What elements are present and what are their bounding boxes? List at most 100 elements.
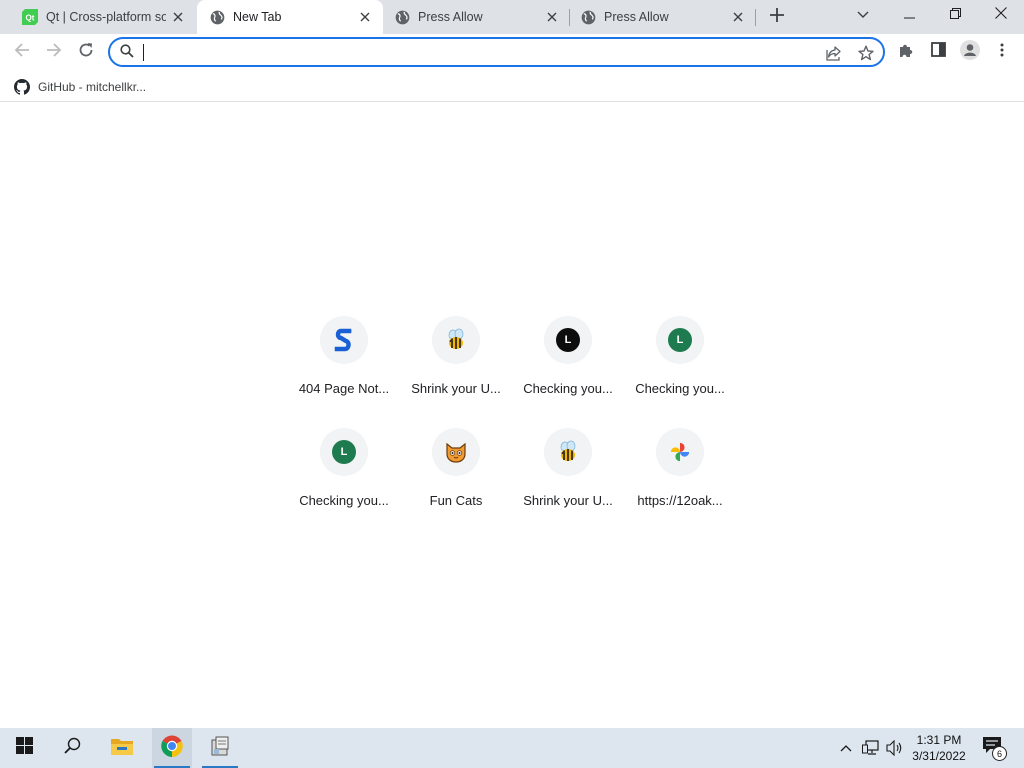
text-caret <box>143 44 144 61</box>
globe-icon <box>394 9 410 25</box>
chrome-taskbar-button[interactable] <box>152 728 192 768</box>
taskbar: 1:31 PM 3/31/2022 6 <box>0 728 1024 768</box>
tab-title: New Tab <box>233 10 282 24</box>
shortcut-label: Checking you... <box>635 381 725 396</box>
chrome-icon <box>160 734 184 763</box>
bookmark-star-icon[interactable] <box>856 43 876 63</box>
letter-avatar: L <box>556 328 580 352</box>
menu-button[interactable] <box>988 38 1016 66</box>
shortcut-label: Fun Cats <box>429 493 483 508</box>
restore-icon <box>949 6 961 24</box>
blue-s-icon <box>320 316 368 364</box>
shortcut-label: Shrink your U... <box>411 381 501 396</box>
tab-title: Qt | Cross-platform sof <box>46 10 166 24</box>
search-button[interactable] <box>52 728 92 768</box>
app-taskbar-button[interactable] <box>200 728 240 768</box>
svg-text:Qt: Qt <box>26 14 35 23</box>
shortcut-label: Checking you... <box>299 493 389 508</box>
puzzle-icon <box>898 42 914 63</box>
letter-avatar: L <box>332 440 356 464</box>
close-window-button[interactable] <box>978 0 1024 30</box>
shortcut-tile[interactable]: Shrink your U... <box>400 304 512 416</box>
tab-new-tab[interactable]: New Tab <box>197 0 383 34</box>
shortcut-label: 404 Page Not... <box>298 381 390 396</box>
shortcut-tile[interactable]: 404 Page Not... <box>288 304 400 416</box>
start-button[interactable] <box>4 728 44 768</box>
shortcut-tile[interactable]: L Checking you... <box>624 304 736 416</box>
minimize-button[interactable] <box>886 0 932 30</box>
tab-press-allow-2[interactable]: Press Allow <box>570 0 756 34</box>
action-center-button[interactable]: 6 <box>982 736 1007 761</box>
side-panel-button[interactable] <box>924 38 952 66</box>
letter-l-green-icon: L <box>656 316 704 364</box>
letter-l-black-icon: L <box>544 316 592 364</box>
tab-strip: Qt Qt | Cross-platform sof New Tab Press… <box>0 0 1024 34</box>
shortcut-tile[interactable]: L Checking you... <box>512 304 624 416</box>
back-button[interactable] <box>8 38 36 66</box>
forward-button[interactable] <box>40 38 68 66</box>
search-icon <box>63 737 81 759</box>
tab-qt[interactable]: Qt Qt | Cross-platform sof <box>0 0 196 34</box>
letter-l-green-icon: L <box>320 428 368 476</box>
shortcut-label: https://12oak... <box>637 493 723 508</box>
file-explorer-button[interactable] <box>102 728 142 768</box>
qt-icon: Qt <box>22 9 38 25</box>
chevron-up-icon <box>840 739 852 757</box>
system-clock[interactable]: 1:31 PM 3/31/2022 <box>906 732 972 764</box>
address-input[interactable] <box>142 43 802 61</box>
extensions-button[interactable] <box>892 38 920 66</box>
restore-button[interactable] <box>932 0 978 30</box>
cat-icon <box>432 428 480 476</box>
windows-logo-icon <box>15 737 33 759</box>
address-bar[interactable] <box>108 37 885 67</box>
tab-separator <box>755 9 756 26</box>
avatar-icon <box>960 39 980 65</box>
arrow-left-icon <box>14 42 30 63</box>
arrow-right-icon <box>46 42 62 63</box>
network-icon[interactable] <box>860 728 882 768</box>
side-panel-icon <box>930 42 946 62</box>
close-icon <box>995 6 1007 24</box>
bookmarks-bar: GitHub - mitchellkr... <box>0 71 1024 102</box>
app-window-icon <box>209 735 231 762</box>
tab-close-icon[interactable] <box>166 5 190 29</box>
tab-title: Press Allow <box>604 10 669 24</box>
github-icon <box>14 79 31 95</box>
more-vertical-icon <box>1000 43 1004 62</box>
bookmark-label: GitHub - mitchellkr... <box>38 80 147 94</box>
bee-icon <box>432 316 480 364</box>
shortcut-label: Checking you... <box>523 381 613 396</box>
shortcut-label: Shrink your U... <box>523 493 613 508</box>
tab-press-allow-1[interactable]: Press Allow <box>384 0 570 34</box>
tab-close-icon[interactable] <box>540 5 564 29</box>
search-icon <box>120 44 134 63</box>
tab-close-icon[interactable] <box>353 5 377 29</box>
shortcut-tile[interactable]: Fun Cats <box>400 416 512 528</box>
minimize-icon <box>903 6 915 24</box>
globe-icon <box>580 9 596 25</box>
profile-button[interactable] <box>956 38 984 66</box>
pinwheel-icon <box>656 428 704 476</box>
tab-close-icon[interactable] <box>726 5 750 29</box>
letter-avatar: L <box>668 328 692 352</box>
new-tab-button[interactable] <box>764 4 790 30</box>
notification-badge: 6 <box>992 746 1007 761</box>
reload-icon <box>78 42 94 63</box>
volume-icon[interactable] <box>884 728 906 768</box>
show-hidden-icons-button[interactable] <box>836 728 856 768</box>
bee-icon <box>544 428 592 476</box>
share-icon[interactable] <box>824 43 844 63</box>
browser-toolbar <box>0 34 1024 71</box>
chevron-down-icon <box>857 6 869 24</box>
tab-search-button[interactable] <box>840 0 886 30</box>
shortcut-tile[interactable]: L Checking you... <box>288 416 400 528</box>
tab-title: Press Allow <box>418 10 483 24</box>
bookmark-github[interactable]: GitHub - mitchellkr... <box>10 75 146 99</box>
clock-date: 3/31/2022 <box>912 749 966 763</box>
reload-button[interactable] <box>72 38 100 66</box>
shortcut-tile[interactable]: https://12oak... <box>624 416 736 528</box>
shortcut-tile[interactable]: Shrink your U... <box>512 416 624 528</box>
folder-icon <box>111 737 133 760</box>
clock-time: 1:31 PM <box>916 733 962 747</box>
globe-icon <box>209 9 225 25</box>
